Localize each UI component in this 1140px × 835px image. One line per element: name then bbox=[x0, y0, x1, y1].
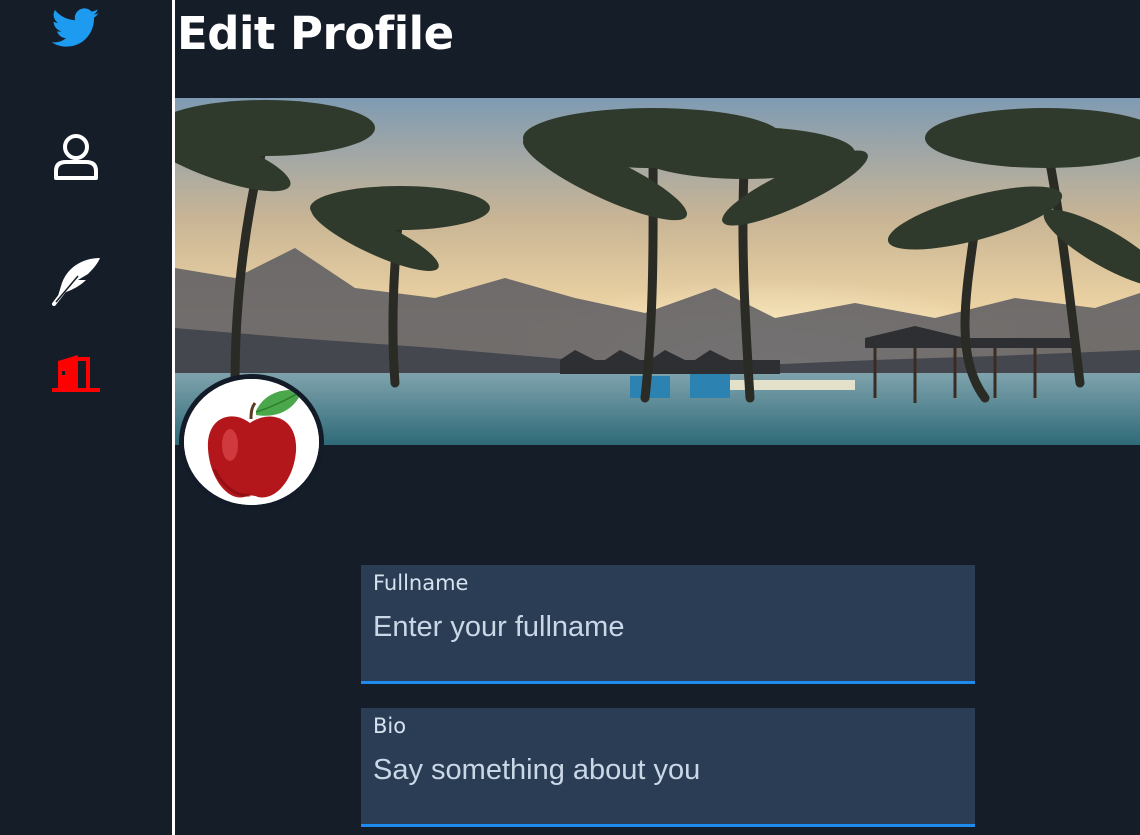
twitter-bird-icon[interactable] bbox=[51, 8, 100, 50]
bio-label: Bio bbox=[373, 714, 407, 738]
sidebar bbox=[0, 0, 175, 835]
fullname-field: Fullname bbox=[361, 565, 975, 684]
fullname-input[interactable] bbox=[373, 605, 963, 649]
avatar[interactable] bbox=[179, 374, 324, 510]
feather-quill-icon[interactable] bbox=[52, 256, 102, 306]
page-title: Edit Profile bbox=[177, 7, 454, 60]
logout-door-icon[interactable] bbox=[52, 353, 100, 392]
fullname-label: Fullname bbox=[373, 571, 469, 595]
main-content: Edit Profile Fullname Enter your fullnam… bbox=[175, 0, 1140, 835]
bio-input[interactable] bbox=[373, 748, 963, 792]
user-profile-icon[interactable] bbox=[53, 133, 99, 181]
bio-field: Bio bbox=[361, 708, 975, 827]
profile-banner-image[interactable] bbox=[175, 98, 1140, 445]
